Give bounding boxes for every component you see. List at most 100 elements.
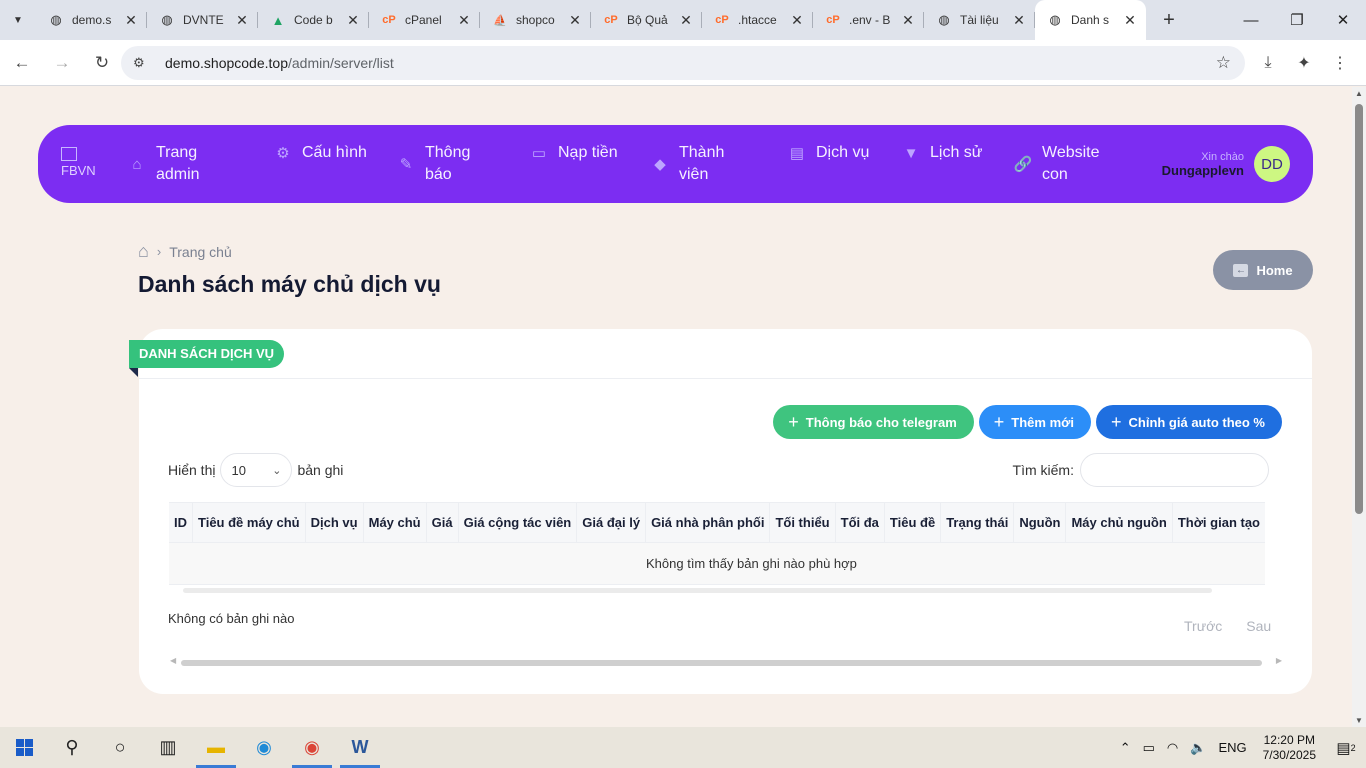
tab-search-icon[interactable]: ▼	[0, 0, 36, 40]
page-size-select[interactable]: 10 ⌄	[220, 453, 293, 487]
new-tab-button[interactable]: +	[1154, 5, 1184, 35]
cortana-icon[interactable]: ○	[96, 727, 144, 768]
search-icon[interactable]: ⚲	[48, 727, 96, 768]
windows-logo-icon	[15, 739, 33, 756]
close-window-icon[interactable]: ✕	[1320, 0, 1366, 40]
column-header[interactable]: Giá nhà phân phối	[645, 502, 770, 543]
nav-item-website-con[interactable]: 🔗 Website con	[1014, 142, 1112, 186]
browser-tab-active[interactable]: ◍ Danh s ✕	[1035, 0, 1146, 40]
forward-icon[interactable]: →	[44, 45, 80, 81]
home-icon[interactable]: ⌂	[138, 241, 149, 262]
nav-item-trang-admin[interactable]: ⌂ Trang admin	[128, 142, 226, 186]
address-bar[interactable]: ⚙ demo.shopcode.top/admin/server/list ☆	[121, 46, 1245, 80]
add-new-button[interactable]: + Thêm mới	[978, 405, 1091, 439]
search-input[interactable]	[1080, 453, 1269, 487]
brand-logo[interactable]: FBVN	[61, 147, 96, 179]
scroll-right-icon[interactable]: ▶	[1276, 656, 1282, 665]
task-view-icon[interactable]: ▥	[144, 727, 192, 768]
reload-icon[interactable]: ↻	[84, 45, 120, 81]
clock[interactable]: 12:20 PM 7/30/2025	[1263, 733, 1316, 763]
scrollbar-thumb[interactable]	[1355, 104, 1363, 514]
page-scrollbar[interactable]: ▲ ▼	[1352, 87, 1366, 727]
browser-tab[interactable]: cP .htacce ✕	[702, 0, 813, 40]
minimize-icon[interactable]: —	[1228, 0, 1274, 40]
wifi-icon[interactable]: ◠	[1167, 740, 1178, 756]
back-icon[interactable]: ←	[4, 45, 40, 81]
nav-item-label: Website con	[1042, 144, 1100, 183]
avatar[interactable]: DD	[1254, 146, 1290, 182]
auto-price-button[interactable]: + Chỉnh giá auto theo %	[1095, 405, 1282, 439]
scroll-left-icon[interactable]: ◀	[170, 656, 176, 665]
close-icon[interactable]: ✕	[123, 12, 139, 29]
telegram-notify-button[interactable]: + Thông báo cho telegram	[773, 405, 974, 439]
column-header[interactable]: Giá	[425, 502, 459, 543]
nav-item-thanh-vien[interactable]: ◆ Thành viên	[651, 142, 749, 186]
close-icon[interactable]: ✕	[234, 12, 250, 29]
close-icon[interactable]: ✕	[456, 12, 472, 29]
close-icon[interactable]: ✕	[1122, 12, 1138, 29]
next-page-button[interactable]: Sau	[1246, 618, 1271, 634]
notification-center-icon[interactable]: ▤ 2	[1326, 739, 1366, 757]
browser-tab[interactable]: ◍ DVNTE ✕	[147, 0, 258, 40]
card-horizontal-scrollbar[interactable]: ◀ ▶	[170, 656, 1282, 667]
start-button[interactable]	[0, 727, 48, 768]
edge-icon[interactable]: ◉	[240, 727, 288, 768]
close-icon[interactable]: ✕	[678, 12, 694, 29]
browser-tab[interactable]: ◍ demo.s ✕	[36, 0, 147, 40]
bookmark-star-icon[interactable]: ☆	[1216, 53, 1231, 73]
column-header[interactable]: Giá đại lý	[576, 502, 646, 543]
column-header[interactable]: Nguồn	[1013, 502, 1066, 543]
browser-tab[interactable]: ⛵ shopco ✕	[480, 0, 591, 40]
browser-tab[interactable]: cP .env - B ✕	[813, 0, 924, 40]
download-icon[interactable]: ⤓	[1250, 45, 1286, 81]
scrollbar-thumb[interactable]	[181, 660, 1262, 666]
column-header[interactable]: Tiêu đề máy chủ	[192, 502, 306, 543]
column-header[interactable]: Trạng thái	[940, 502, 1014, 543]
column-header[interactable]: Dịch vụ	[304, 502, 364, 543]
browser-tab[interactable]: ▲ Code b ✕	[258, 0, 369, 40]
column-header[interactable]: Giá cộng tác viên	[457, 502, 577, 543]
nav-item-thong-bao[interactable]: ✎ Thông báo	[397, 142, 495, 186]
windows-taskbar: ⚲ ○ ▥ ▬ ◉ ◉ W ⌃ ▭ ◠ 🔈 ENG 12:20 PM 7/30/…	[0, 727, 1366, 768]
chrome-icon[interactable]: ◉	[288, 727, 336, 768]
nav-item-lich-su[interactable]: ▼ Lịch sử	[902, 142, 1000, 164]
clock-date: 7/30/2025	[1262, 747, 1316, 762]
browser-tab[interactable]: cP cPanel ✕	[369, 0, 480, 40]
close-icon[interactable]: ✕	[1011, 12, 1027, 29]
word-icon[interactable]: W	[336, 727, 384, 768]
scrollbar-track[interactable]	[183, 588, 1212, 593]
battery-icon[interactable]: ▭	[1143, 740, 1155, 756]
menu-icon[interactable]: ⋮	[1322, 45, 1358, 81]
breadcrumb-item[interactable]: Trang chủ	[169, 244, 232, 260]
user-menu[interactable]: Xin chào Dungapplevn DD	[1162, 146, 1290, 182]
close-icon[interactable]: ✕	[789, 12, 805, 29]
nav-item-nap-tien[interactable]: ▭ Nạp tiền	[530, 142, 628, 164]
extension-icon[interactable]: ✦	[1286, 45, 1322, 81]
close-icon[interactable]: ✕	[345, 12, 361, 29]
close-icon[interactable]: ✕	[567, 12, 583, 29]
chevron-up-icon[interactable]: ⌃	[1120, 740, 1131, 756]
nav-item-cau-hinh[interactable]: ⚙ Cấu hình	[274, 142, 372, 164]
column-header[interactable]: Tối đa	[834, 502, 885, 543]
site-settings-icon[interactable]: ⚙	[133, 55, 151, 71]
close-icon[interactable]: ✕	[900, 12, 916, 29]
table-scrollbar[interactable]	[175, 588, 1285, 594]
restore-icon[interactable]: ❐	[1274, 0, 1320, 40]
browser-tab[interactable]: cP Bộ Quả ✕	[591, 0, 702, 40]
language-indicator[interactable]: ENG	[1218, 740, 1246, 755]
column-header[interactable]: ID	[169, 502, 193, 543]
column-header[interactable]: Máy chủ nguồn	[1065, 502, 1173, 543]
column-header[interactable]: Tối thiểu	[769, 502, 836, 543]
volume-icon[interactable]: 🔈	[1190, 740, 1206, 756]
scroll-up-icon[interactable]: ▲	[1352, 89, 1366, 98]
tab-title: .env - B	[849, 13, 891, 27]
nav-item-dich-vu[interactable]: ▤ Dịch vụ	[788, 142, 886, 164]
column-header[interactable]: Tiêu đề	[883, 502, 941, 543]
prev-page-button[interactable]: Trước	[1184, 618, 1222, 634]
home-button[interactable]: ← Home	[1213, 250, 1313, 290]
column-header[interactable]: Thời gian tạo	[1171, 502, 1265, 543]
file-explorer-icon[interactable]: ▬	[192, 727, 240, 768]
column-header[interactable]: Máy chủ	[362, 502, 427, 543]
browser-tab[interactable]: ◍ Tài liệu ✕	[924, 0, 1035, 40]
scroll-down-icon[interactable]: ▼	[1352, 716, 1366, 725]
